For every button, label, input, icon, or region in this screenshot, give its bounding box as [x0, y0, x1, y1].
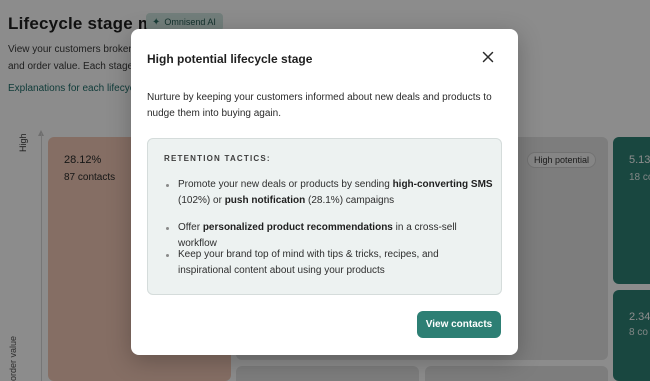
tactic-text: (102%) or	[178, 195, 225, 206]
retention-tactics-box: RETENTION TACTICS: Promote your new deal…	[147, 138, 502, 295]
tactic-emphasis: high-converting SMS	[392, 179, 493, 190]
lifecycle-stage-modal: High potential lifecycle stage Nurture b…	[131, 29, 518, 355]
tactic-item: Keep your brand top of mind with tips & …	[166, 247, 493, 279]
modal-title: High potential lifecycle stage	[147, 52, 313, 66]
close-button[interactable]	[479, 48, 497, 66]
tactics-title: RETENTION TACTICS:	[164, 154, 271, 163]
tactic-text: Promote your new deals or products by se…	[178, 179, 393, 190]
tactic-text: Offer	[178, 222, 203, 233]
tactic-item: Promote your new deals or products by se…	[166, 177, 493, 209]
tactic-text: (28.1%) campaigns	[305, 195, 395, 206]
tactic-text: Keep your brand top of mind with tips & …	[178, 249, 439, 276]
tactic-emphasis: push notification	[224, 195, 306, 206]
close-icon	[482, 51, 494, 63]
tactic-emphasis: personalized product recommendations	[202, 222, 393, 233]
view-contacts-button[interactable]: View contacts	[417, 311, 501, 338]
modal-description: Nurture by keeping your customers inform…	[147, 92, 492, 119]
